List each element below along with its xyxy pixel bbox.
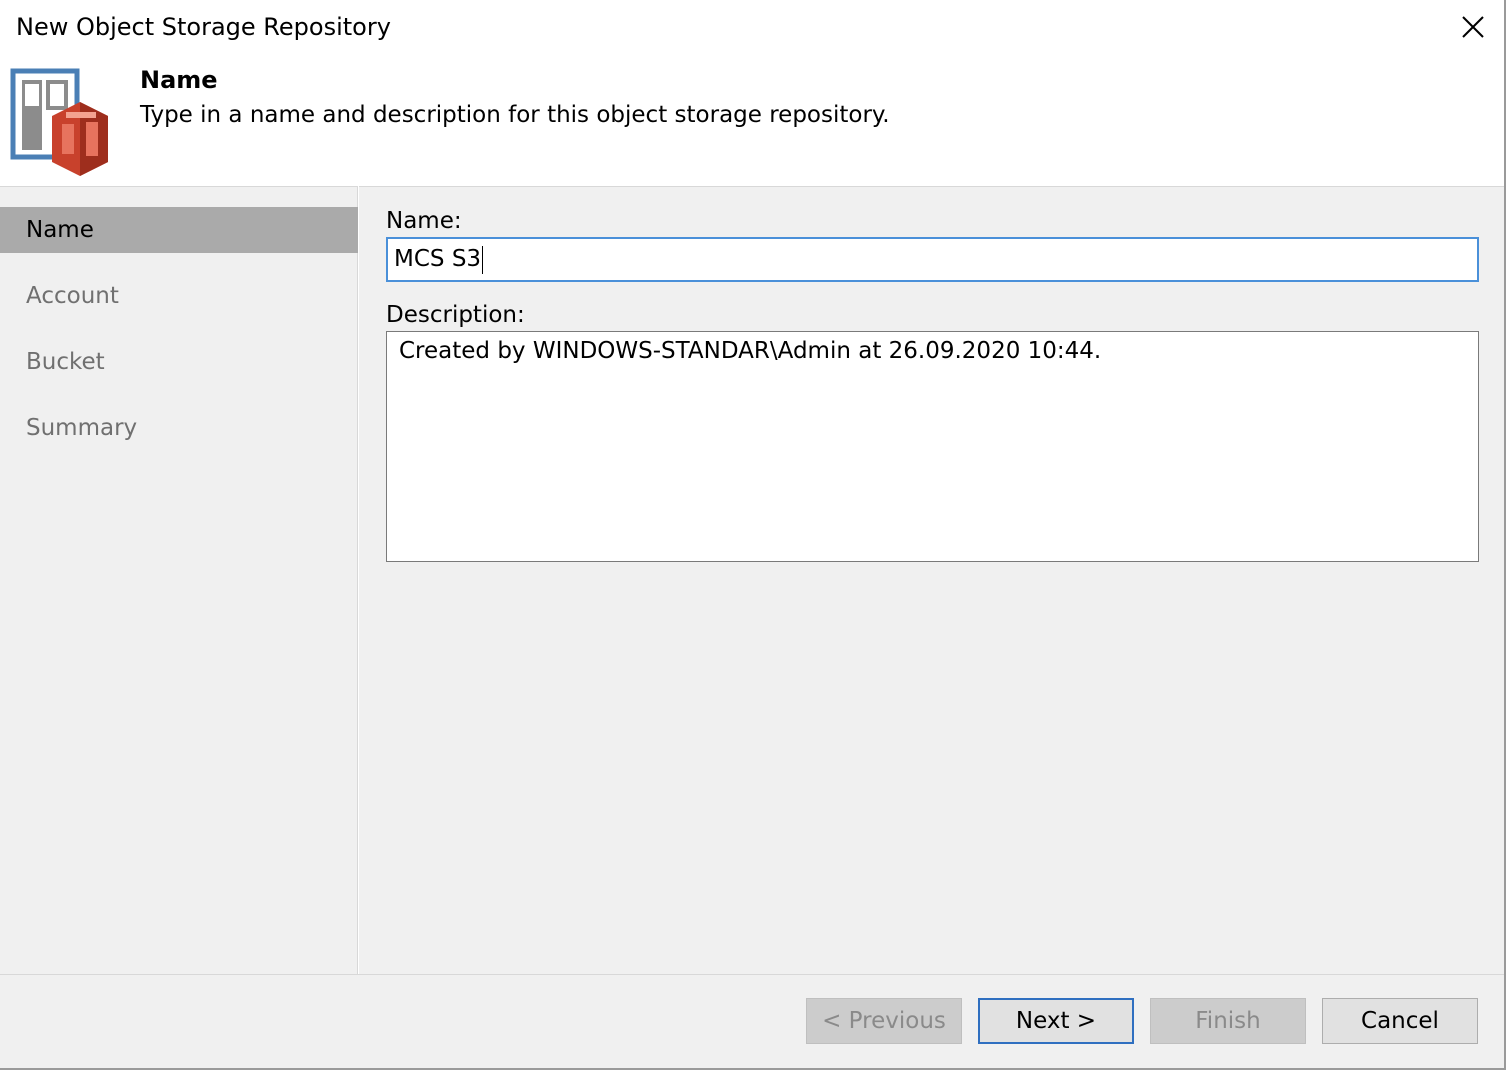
step-account[interactable]: Account bbox=[0, 273, 358, 319]
step-description: Type in a name and description for this … bbox=[140, 102, 890, 128]
next-button[interactable]: Next > bbox=[978, 998, 1134, 1044]
close-icon bbox=[1462, 16, 1484, 38]
text-caret bbox=[482, 245, 484, 274]
name-label: Name: bbox=[386, 208, 462, 234]
wizard-header: Name Type in a name and description for … bbox=[0, 56, 1504, 186]
step-bucket[interactable]: Bucket bbox=[0, 339, 358, 385]
wizard-footer: < Previous Next > Finish Cancel bbox=[0, 974, 1504, 1068]
description-textarea[interactable]: Created by WINDOWS-STANDAR\Admin at 26.0… bbox=[386, 331, 1479, 562]
description-textarea-value: Created by WINDOWS-STANDAR\Admin at 26.0… bbox=[399, 338, 1102, 364]
name-input-value: MCS S3 bbox=[394, 246, 482, 272]
window-title: New Object Storage Repository bbox=[16, 13, 391, 41]
previous-button[interactable]: < Previous bbox=[806, 998, 962, 1044]
object-storage-repository-icon bbox=[10, 68, 108, 176]
description-label: Description: bbox=[386, 302, 525, 328]
name-input[interactable]: MCS S3 bbox=[386, 237, 1479, 282]
cancel-button[interactable]: Cancel bbox=[1322, 998, 1478, 1044]
step-summary[interactable]: Summary bbox=[0, 405, 358, 451]
new-object-storage-repository-dialog: New Object Storage Repository Name Type … bbox=[0, 0, 1506, 1070]
finish-button[interactable]: Finish bbox=[1150, 998, 1306, 1044]
step-name[interactable]: Name bbox=[0, 207, 358, 253]
title-bar: New Object Storage Repository bbox=[0, 0, 1504, 56]
main-panel: Name: MCS S3 Description: Created by WIN… bbox=[359, 186, 1504, 974]
step-title: Name bbox=[140, 66, 218, 94]
close-button[interactable] bbox=[1446, 4, 1500, 50]
wizard-steps-sidebar: Name Account Bucket Summary bbox=[0, 186, 358, 974]
